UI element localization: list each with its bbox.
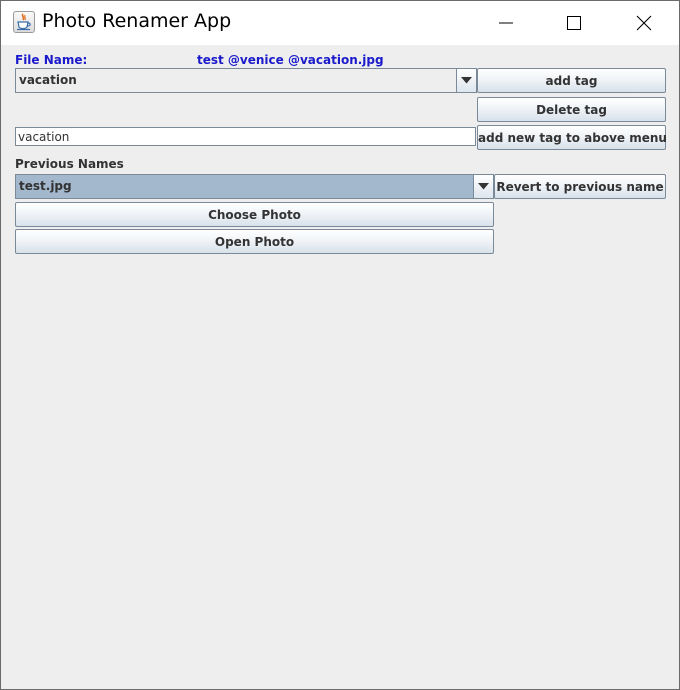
app-window: Photo Renamer App File Name: test @venic… — [0, 0, 680, 690]
previous-names-arrow-button[interactable] — [473, 175, 493, 198]
chevron-down-icon — [478, 183, 489, 190]
close-icon — [636, 15, 652, 31]
java-coffee-cup-icon — [13, 11, 35, 33]
previous-names-label: Previous Names — [15, 157, 124, 171]
file-name-label: File Name: — [15, 53, 88, 67]
maximize-button[interactable] — [551, 1, 597, 45]
tag-dropdown-arrow-button[interactable] — [456, 69, 476, 92]
title-bar[interactable]: Photo Renamer App — [1, 1, 679, 45]
maximize-icon — [567, 16, 581, 30]
file-name-value: test @venice @vacation.jpg — [197, 53, 384, 67]
minimize-icon — [499, 22, 513, 24]
minimize-button[interactable] — [483, 1, 529, 45]
previous-names-dropdown[interactable]: test.jpg — [15, 174, 494, 199]
add-tag-button[interactable]: add tag — [477, 68, 666, 93]
revert-name-button[interactable]: Revert to previous name — [494, 174, 666, 199]
add-new-tag-button[interactable]: add new tag to above menu — [477, 125, 667, 150]
new-tag-input[interactable] — [15, 127, 476, 146]
tag-dropdown[interactable]: vacation — [15, 68, 477, 93]
delete-tag-button[interactable]: Delete tag — [477, 97, 666, 122]
choose-photo-button[interactable]: Choose Photo — [15, 202, 494, 227]
chevron-down-icon — [461, 77, 472, 84]
close-button[interactable] — [621, 1, 667, 45]
previous-names-dropdown-value: test.jpg — [19, 179, 72, 193]
open-photo-button[interactable]: Open Photo — [15, 229, 494, 254]
window-title: Photo Renamer App — [42, 10, 232, 32]
tag-dropdown-value: vacation — [19, 73, 77, 87]
